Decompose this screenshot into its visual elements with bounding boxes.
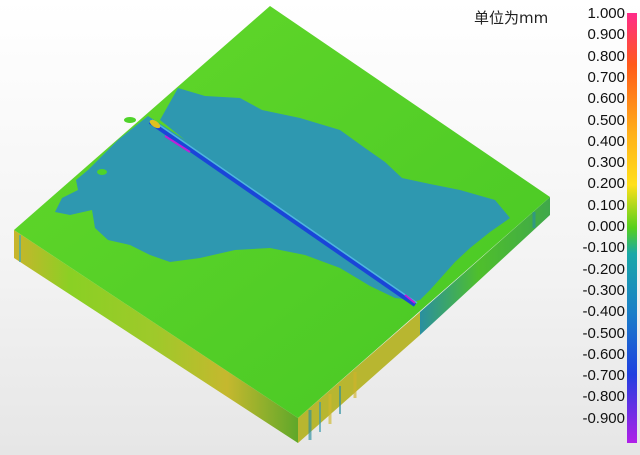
colorbar-tick-label: 0.800	[587, 47, 625, 65]
colorbar-tick-label: -0.600	[582, 345, 625, 363]
colorbar-tick-label: 0.400	[587, 132, 625, 150]
colorbar-tick-label: 0.000	[587, 218, 625, 235]
colorbar-tick-label: 1.000	[587, 5, 625, 22]
colorbar-tick-label: -0.800	[582, 388, 625, 406]
colorbar-tick-label: 0.600	[587, 90, 625, 108]
colorbar-tick-label: 0.900	[587, 26, 625, 44]
colorbar-tick-label: -0.400	[582, 303, 625, 321]
unit-label: 单位为mm	[474, 9, 549, 27]
deviation-viewport[interactable]: 单位为mm 1.000 0.900 0.800 0.700 0.600 0.500 0.40…	[0, 0, 640, 455]
deviation-heatmap[interactable]	[0, 0, 575, 455]
colorbar-tick-label: -0.500	[582, 324, 625, 342]
colorbar-tick-label: 0.200	[587, 175, 625, 193]
colorbar-tick-labels: 1.000 0.900 0.800 0.700 0.600 0.500 0.400 0.300…	[582, 5, 625, 451]
colorbar-tick-label: 0.500	[587, 111, 625, 129]
colorbar-tick-label: -0.900	[582, 409, 625, 427]
colorbar-tick-label: 0.100	[587, 196, 625, 214]
colorbar-tick-label: -0.100	[582, 239, 625, 257]
colorbar-tick-label: 0.700	[587, 68, 625, 86]
colorbar-tick-label: -0.700	[582, 367, 625, 385]
colorbar	[627, 13, 637, 443]
colorbar-tick-label: 0.300	[587, 154, 625, 172]
colorbar-tick-label: -0.300	[582, 281, 625, 299]
colorbar-tick-label: -0.200	[582, 260, 625, 278]
